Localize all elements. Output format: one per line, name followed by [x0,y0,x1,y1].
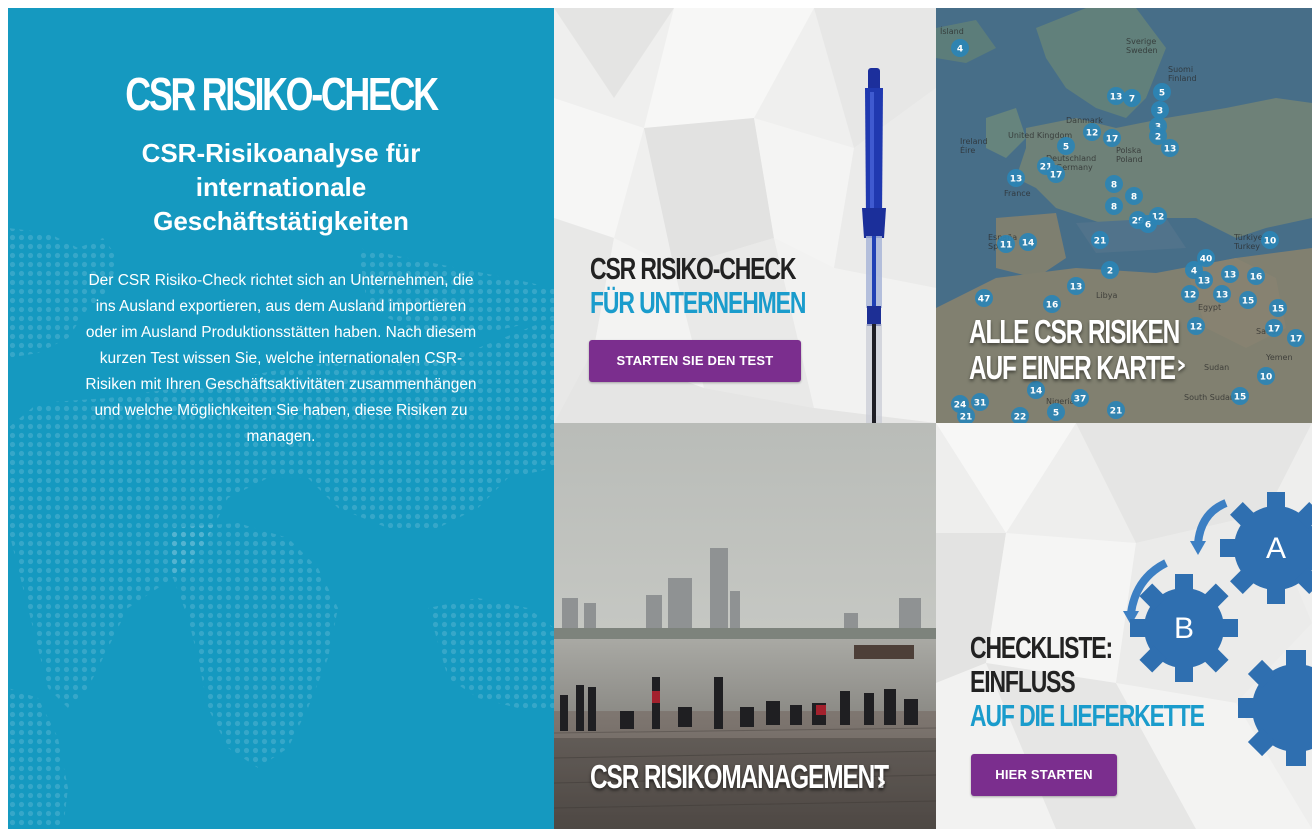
map-marker-count: 15 [1234,393,1247,403]
map-marker-count: 5 [1053,409,1059,419]
map-label-suomi: Suomi [1168,65,1193,74]
map-label-finland: Finland [1168,74,1197,83]
map-marker-count: 8 [1111,203,1117,213]
map-marker-count: 17 [1290,335,1303,345]
tile-checkliste-line2: EINFLUSS [970,664,1076,699]
map-marker-count: 21 [1110,407,1123,417]
map-label-danmark: Danmark [1066,116,1103,125]
map-label-polska: Polska [1116,146,1141,155]
tile-checkliste-subtitle: AUF DIE LIEFERKETTE [970,698,1205,733]
map-marker-count: 15 [1272,305,1285,315]
start-test-button[interactable]: STARTEN SIE DEN TEST [589,340,801,382]
map-marker-count: 8 [1131,193,1137,203]
map-label-island: Ísland [940,25,964,36]
top-border [0,0,1312,8]
tile-risk-map-subtitle: AUF EINER KARTE [969,349,1176,386]
map-marker-count: 13 [1216,291,1229,301]
map-marker-count: 6 [1145,221,1151,231]
ballpoint-pen-icon [862,68,886,423]
map-label-ireland: Ireland [960,137,988,146]
map-marker-count: 17 [1268,325,1281,335]
map-marker-count: 12 [1184,291,1197,301]
map-marker-count: 12 [1086,129,1099,139]
map-label-sweden: Sweden [1126,46,1158,55]
left-border [0,0,8,829]
map-marker-count: 13 [1224,271,1237,281]
map-marker-count: 2 [1107,267,1113,277]
map-label-turkey: Turkey [1233,242,1260,251]
intro-panel: CSR RISIKO-CHECK CSR-Risikoanalyse für i… [8,8,554,829]
start-checklist-button[interactable]: HIER STARTEN [971,754,1117,796]
map-label-france: France [1004,189,1031,198]
map-marker-count: 16 [1046,301,1059,311]
map-marker-count: 14 [1022,239,1035,249]
tile-risiko-check[interactable]: CSR RISIKO-CHECK FÜR UNTERNEHMEN STARTEN… [554,8,936,423]
tile-risikomanagement-title: CSR RISIKOMANAGEMENT [590,758,889,795]
map-marker-count: 17 [1050,171,1063,181]
intro-subtitle: CSR-Risikoanalyse für internationale Ges… [141,138,421,236]
map-label-sverige: Sverige [1126,37,1156,46]
map-marker-count: 15 [1242,297,1255,307]
map-marker-count: 13 [1010,175,1023,185]
map-marker-count: 10 [1260,373,1273,383]
gear-a-label: A [1266,532,1286,565]
map-marker-count: 10 [1264,237,1277,247]
chevron-right-icon[interactable]: › [1176,350,1187,380]
chevron-right-icon[interactable]: › [876,767,887,797]
map-marker-count: 8 [1111,181,1117,191]
landing-page: CSR RISIKO-CHECK CSR-Risikoanalyse für i… [0,0,1312,829]
map-label-egypt: Egypt [1198,303,1221,312]
map-marker-count: 13 [1110,93,1123,103]
map-marker-count: 16 [1250,273,1263,283]
tile-checkliste-heading: CHECKLISTE: EINFLUSS AUF DIE LIEFERKETTE [970,631,1286,733]
map-marker-count: 40 [1200,255,1213,265]
map-label-libya: Libya [1096,291,1117,300]
map-marker-count: 2 [1155,133,1161,143]
map-label-yemen: Yemen [1265,353,1293,362]
tile-risikomanagement[interactable]: CSR RISIKOMANAGEMENT › [554,423,936,829]
map-marker-count: 21 [1094,237,1107,247]
map-marker-count: 11 [1000,241,1013,251]
intro-content: CSR RISIKO-CHECK CSR-Risikoanalyse für i… [8,66,554,450]
map-marker-count: 31 [974,399,987,409]
map-marker-count: 7 [1129,95,1135,105]
map-marker-count: 13 [1070,283,1083,293]
map-label-eire: Éire [960,144,975,155]
map-marker-count: 22 [1014,413,1027,423]
tile-checkliste[interactable]: A B CHECKLISTE: EINFLUSS AUF DIE LIEFERK… [936,423,1312,829]
intro-description: Der CSR Risiko-Check richtet sich an Unt… [85,272,477,445]
map-marker-count: 14 [1030,387,1043,397]
map-marker-count: 5 [1063,143,1069,153]
map-label-poland: Poland [1116,155,1143,164]
tile-risiko-check-subtitle: FÜR UNTERNEHMEN [590,285,806,320]
map-marker-count: 13 [1164,145,1177,155]
map-marker-count: 13 [1198,277,1211,287]
intro-title: CSR RISIKO-CHECK [125,68,439,120]
map-marker-count: 4 [1191,267,1197,277]
map-marker-count: 37 [1074,395,1087,405]
tile-checkliste-title: CHECKLISTE: [970,630,1113,665]
tile-risiko-check-title: CSR RISIKO-CHECK [590,251,796,286]
map-marker-count: 3 [1157,107,1163,117]
tile-risk-map-title: ALLE CSR RISIKEN [969,313,1180,350]
map-marker-count: 4 [957,45,963,55]
map-marker-count: 47 [978,295,991,305]
map-marker-count: 17 [1106,135,1119,145]
map-label-south-sudan: South Sudan [1184,393,1235,402]
map-label-turkiye: Türkiye [1233,233,1263,242]
map-marker-count: 5 [1159,89,1165,99]
map-marker-count: 21 [960,413,973,423]
tile-risk-map-heading: ALLE CSR RISIKEN AUF EINER KARTE [969,314,1253,386]
tile-risiko-check-heading: CSR RISIKO-CHECK FÜR UNTERNEHMEN [590,252,881,320]
tile-risk-map[interactable]: Ísland Sverige Sweden Suomi Finland Irel… [936,8,1312,423]
